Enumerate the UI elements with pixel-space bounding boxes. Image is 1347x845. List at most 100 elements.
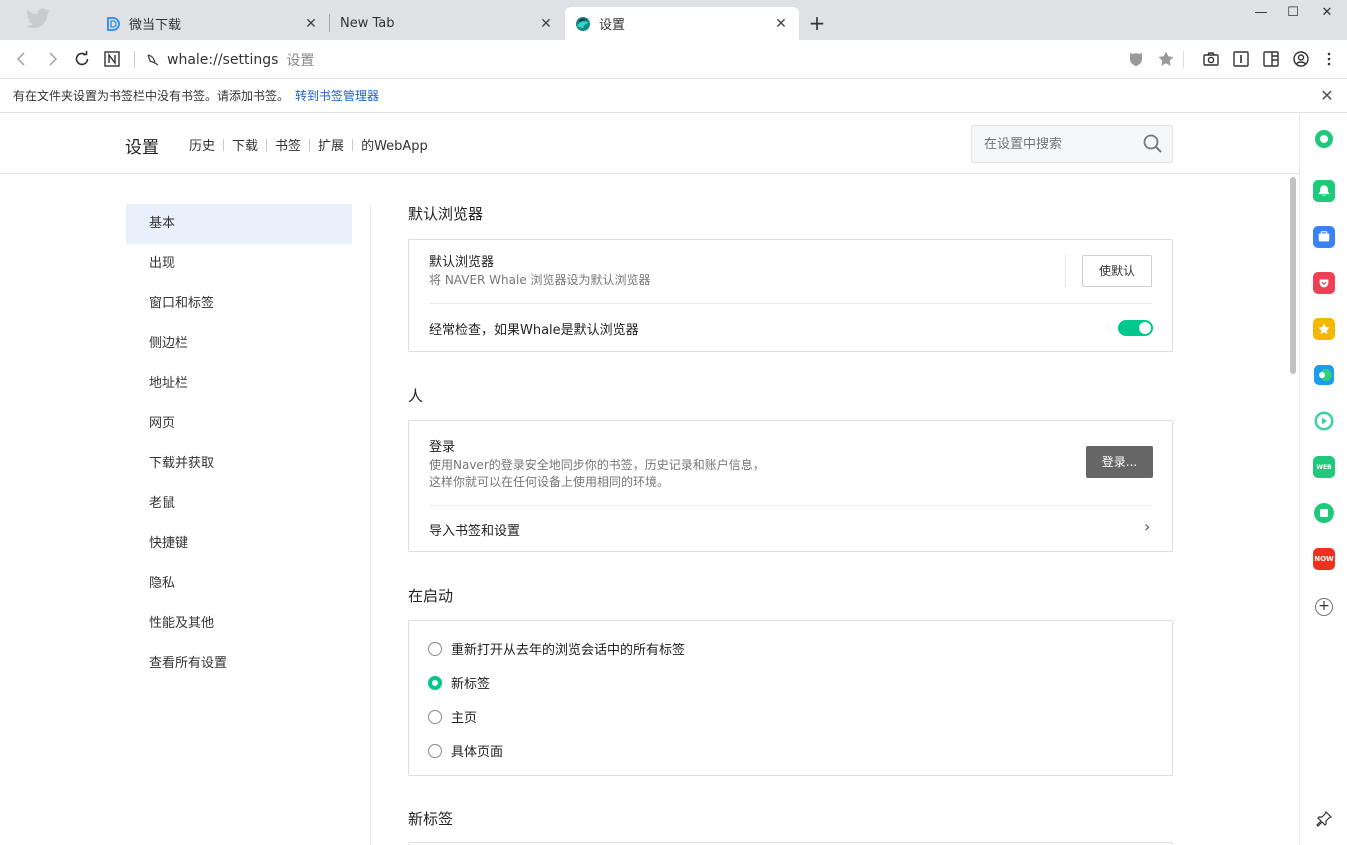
add-sidebar-app-button[interactable]: + (1315, 598, 1333, 616)
tab-new-tab[interactable]: New Tab ✕ (330, 7, 564, 40)
reload-button[interactable] (71, 48, 93, 70)
section-title-startup: 在启动 (408, 587, 454, 605)
bookmark-manager-link[interactable]: 转到书签管理器 (295, 87, 379, 104)
menu-button[interactable] (1318, 48, 1340, 70)
startup-option-new-tab[interactable]: 新标签 (428, 673, 490, 692)
row-description: 使用Naver的登录安全地同步你的书签，历史记录和账户信息， (429, 458, 765, 472)
back-button[interactable] (11, 48, 33, 70)
close-icon[interactable]: ✕ (538, 16, 554, 32)
startup-option-home[interactable]: 主页 (428, 707, 477, 726)
bookmark-star-button[interactable] (1155, 48, 1177, 70)
side-nav-sidebar[interactable]: 侧边栏 (126, 324, 352, 364)
forward-button[interactable] (41, 48, 63, 70)
search-icon[interactable] (1142, 133, 1164, 155)
papago-icon[interactable] (1313, 364, 1335, 386)
nav-history[interactable]: 历史 (189, 135, 215, 154)
side-nav-webpage[interactable]: 网页 (126, 404, 352, 444)
maximize-button[interactable]: ☐ (1276, 0, 1310, 26)
nav-downloads[interactable]: 下载 (232, 135, 258, 154)
wallet-icon[interactable] (1313, 226, 1335, 248)
now-icon[interactable]: NOW (1313, 548, 1335, 570)
page-scrollbar[interactable] (1287, 175, 1299, 845)
bell-icon[interactable] (1313, 180, 1335, 202)
pin-icon[interactable] (1315, 810, 1333, 828)
sidebar-green-circle-icon[interactable] (1313, 128, 1335, 150)
check-default-toggle[interactable] (1118, 320, 1153, 336)
nav-divider (309, 138, 311, 151)
tab-settings[interactable]: 设置 ✕ (565, 7, 799, 40)
profile-button[interactable] (1290, 48, 1312, 70)
startup-card: 重新打开从去年的浏览会话中的所有标签 新标签 主页 具体页面 (408, 620, 1173, 776)
screenshot-button[interactable] (1200, 48, 1222, 70)
page-title: 设置 (125, 138, 159, 158)
bookmark-info-bar: 有在文件夹设置为书签栏中没有书签。请添加书签。 转到书签管理器 ✕ (0, 79, 1347, 113)
favorite-star-icon[interactable] (1313, 318, 1335, 340)
more-vertical-icon (1327, 52, 1331, 66)
whale-tail-icon (147, 54, 159, 66)
side-nav-mouse[interactable]: 老鼠 (126, 484, 352, 524)
startup-option-specific[interactable]: 具体页面 (428, 741, 503, 760)
nav-divider (266, 138, 268, 151)
tab-strip: 微当下载 ✕ New Tab ✕ 设置 ✕ + — ☐ ✕ (0, 0, 1347, 40)
divider (1183, 51, 1184, 68)
webtoon-icon[interactable]: WEB (1313, 456, 1335, 478)
side-nav-downloads[interactable]: 下载并获取 (126, 444, 352, 484)
chevron-right-icon: › (1144, 517, 1151, 536)
button-divider (1065, 255, 1066, 287)
section-title-default-browser: 默认浏览器 (408, 205, 484, 223)
nav-webapp[interactable]: 的WebApp (361, 135, 428, 154)
star-icon (1158, 51, 1174, 66)
settings-search (971, 125, 1173, 163)
side-nav-performance[interactable]: 性能及其他 (126, 604, 352, 644)
close-icon[interactable]: ✕ (1319, 88, 1335, 104)
side-nav-address-bar[interactable]: 地址栏 (126, 364, 352, 404)
side-nav-privacy[interactable]: 隐私 (126, 564, 352, 604)
shield-icon (1130, 53, 1142, 66)
tab-weidown[interactable]: 微当下载 ✕ (95, 7, 329, 40)
play-circle-icon[interactable] (1313, 410, 1335, 432)
radio-button[interactable] (428, 641, 442, 656)
shield-button[interactable] (1125, 48, 1147, 70)
minimize-button[interactable]: — (1244, 0, 1278, 26)
row-divider (429, 303, 1152, 304)
default-browser-card: 默认浏览器 将 NAVER Whale 浏览器设为默认浏览器 使默认 经常检查，… (408, 239, 1173, 352)
side-nav-all-settings[interactable]: 查看所有设置 (126, 644, 352, 684)
row-title: 默认浏览器 (429, 255, 495, 270)
import-row[interactable]: 导入书签和设置 (429, 520, 1152, 539)
reader-button[interactable] (1230, 48, 1252, 70)
naver-home-button[interactable] (101, 48, 123, 70)
new-tab-button[interactable]: + (806, 12, 828, 34)
address-bar[interactable]: whale://settings 设置 (145, 49, 314, 71)
close-icon[interactable]: ✕ (773, 16, 789, 32)
green-square-icon[interactable] (1313, 502, 1335, 524)
close-icon[interactable]: ✕ (303, 16, 319, 32)
split-view-icon (1263, 51, 1279, 67)
login-button[interactable]: 登录... (1086, 446, 1153, 478)
url-page-label: 设置 (286, 53, 315, 69)
nav-bookmarks[interactable]: 书签 (275, 135, 301, 154)
weidown-d-icon (107, 16, 120, 31)
url-text: whale://settings (167, 52, 279, 68)
side-nav-appearance[interactable]: 出现 (126, 244, 352, 284)
close-window-button[interactable]: ✕ (1310, 0, 1344, 26)
side-nav-windows-tabs[interactable]: 窗口和标签 (126, 284, 352, 324)
settings-side-nav: 基本 出现 窗口和标签 侧边栏 地址栏 网页 下载并获取 老鼠 快捷键 隐私 性… (126, 204, 352, 684)
whale-icon (576, 16, 590, 31)
side-nav-basic[interactable]: 基本 (126, 204, 352, 244)
nav-extensions[interactable]: 扩展 (318, 135, 344, 154)
option-label: 重新打开从去年的浏览会话中的所有标签 (451, 643, 686, 658)
nav-divider (352, 138, 354, 151)
radio-button[interactable] (428, 743, 442, 758)
scrollbar-thumb[interactable] (1290, 177, 1296, 374)
split-view-button[interactable] (1260, 48, 1282, 70)
make-default-button[interactable]: 使默认 (1082, 255, 1152, 287)
search-input[interactable] (984, 136, 1144, 152)
settings-top-nav: 历史 下载 书签 扩展 的WebApp (189, 135, 428, 154)
pocket-icon[interactable] (1313, 272, 1335, 294)
radio-button[interactable] (428, 675, 442, 690)
startup-option-restore[interactable]: 重新打开从去年的浏览会话中的所有标签 (428, 639, 685, 658)
radio-button[interactable] (428, 709, 442, 724)
reload-icon (75, 51, 89, 66)
toolbar: whale://settings 设置 (0, 40, 1347, 79)
side-nav-shortcuts[interactable]: 快捷键 (126, 524, 352, 564)
